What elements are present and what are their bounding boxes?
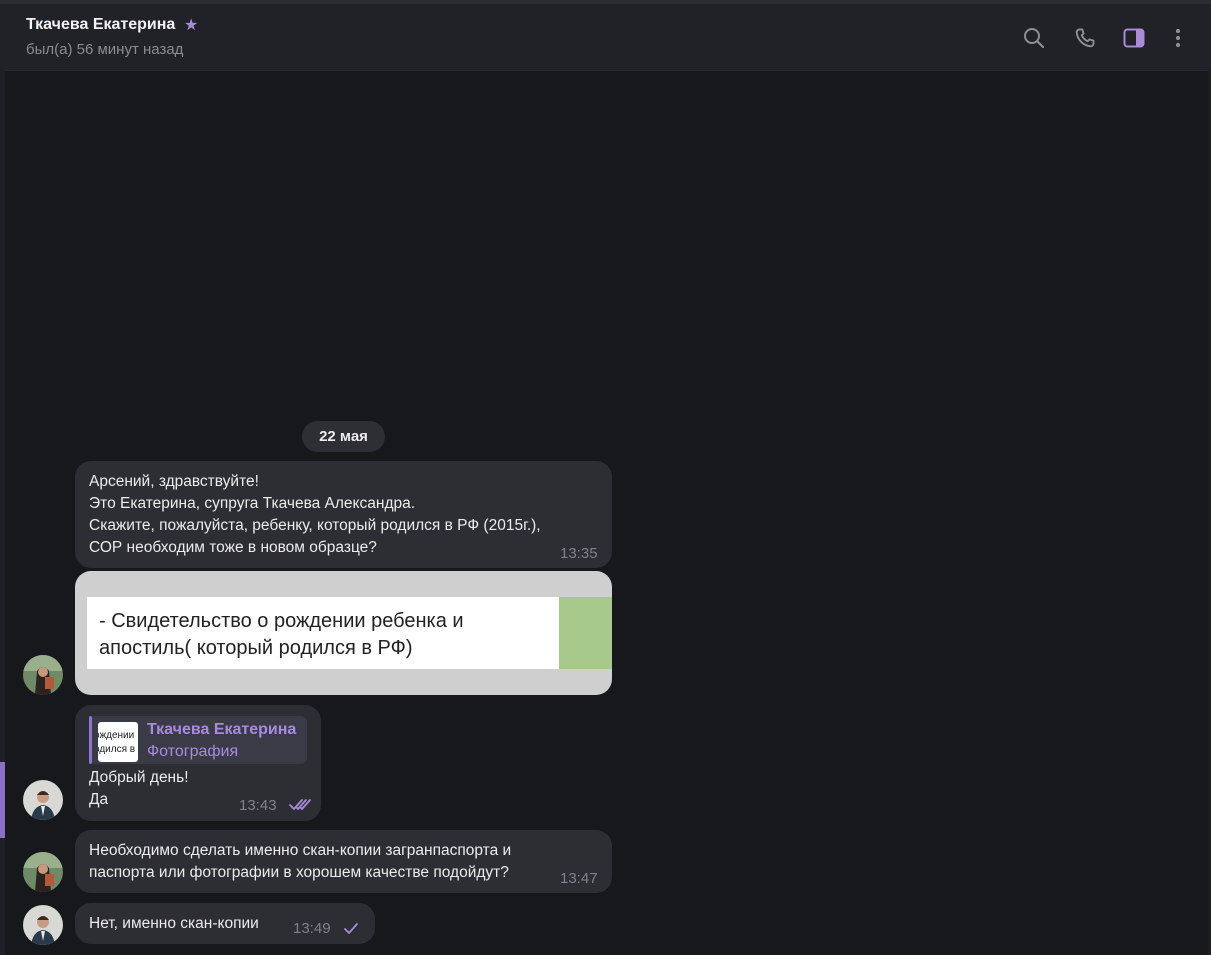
photo-message[interactable]: - Свидетельство о рождении ребенка и апо…	[75, 571, 612, 695]
incoming-message[interactable]: Арсений, здравствуйте! Это Екатерина, су…	[75, 461, 612, 568]
reply-type: Фотография	[147, 743, 239, 760]
photo-text-line: апостиль( который родился в РФ)	[99, 637, 413, 659]
avatar[interactable]	[23, 905, 63, 945]
contact-name[interactable]: Ткачева Екатерина	[26, 16, 175, 34]
message-line: Это Екатерина, супруга Ткачева Александр…	[89, 495, 416, 512]
reply-sender-name: Ткачева Екатерина	[147, 721, 297, 738]
message-time: 13:35	[560, 545, 598, 562]
message-time: 13:49	[293, 920, 331, 937]
more-icon[interactable]	[1166, 26, 1190, 50]
phone-icon[interactable]	[1073, 26, 1097, 50]
message-line: Необходимо сделать именно скан-копии заг…	[89, 842, 512, 859]
last-seen-status: был(а) 56 минут назад	[26, 41, 184, 58]
date-separator: 22 мая	[302, 421, 385, 452]
message-line: Арсений, здравствуйте!	[89, 473, 259, 490]
search-icon[interactable]	[1022, 26, 1046, 50]
message-line: Да	[89, 791, 109, 808]
double-check-icon	[289, 799, 311, 810]
reply-bar	[89, 716, 92, 764]
star-icon: ★	[184, 17, 199, 34]
outgoing-message[interactable]: Нет, именно скан-копии 13:49	[75, 903, 375, 944]
check-icon	[344, 923, 358, 934]
photo-document: - Свидетельство о рождении ребенка и апо…	[87, 597, 559, 669]
incoming-message[interactable]: Необходимо сделать именно скан-копии заг…	[75, 830, 612, 893]
avatar[interactable]	[23, 852, 63, 892]
avatar[interactable]	[23, 655, 63, 695]
chat-header[interactable]: Ткачева Екатерина ★ был(а) 56 минут наза…	[0, 4, 1211, 71]
message-line: Добрый день!	[89, 769, 189, 786]
reply-preview[interactable]: ождении одился в Ткачева Екатерина Фотог…	[89, 716, 307, 764]
avatar[interactable]	[23, 780, 63, 820]
reply-thumbnail: ождении одился в	[98, 722, 138, 762]
message-time: 13:47	[560, 870, 598, 887]
photo-text-line: - Свидетельство о рождении ребенка и	[99, 610, 464, 632]
selected-indicator	[0, 762, 5, 838]
message-line: паспорта или фотографии в хорошем качест…	[89, 864, 509, 881]
thumbnail-text: ождении	[98, 730, 135, 741]
message-line: Скажите, пожалуйста, ребенку, который ро…	[89, 517, 541, 534]
sidebar-toggle-icon[interactable]	[1122, 26, 1146, 50]
message-time: 13:43	[239, 797, 277, 814]
message-line: Нет, именно скан-копии	[89, 915, 259, 932]
message-line: СОР необходим тоже в новом образце?	[89, 539, 377, 556]
photo-background-pattern	[559, 597, 612, 669]
thumbnail-text: одился в	[98, 744, 136, 755]
